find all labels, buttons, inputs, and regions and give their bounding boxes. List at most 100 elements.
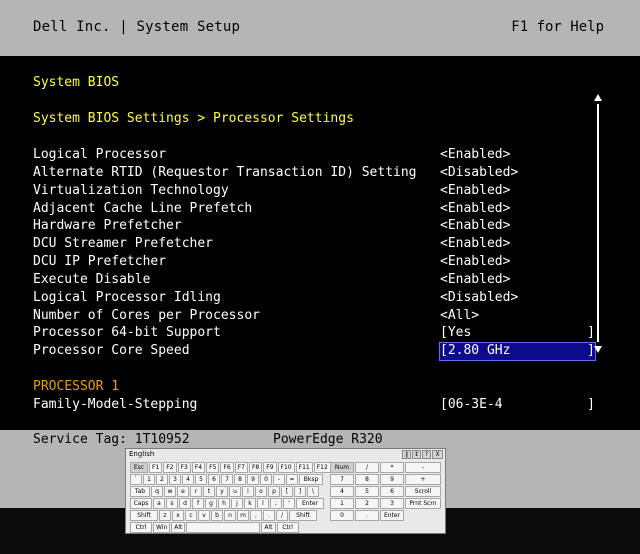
setting-row[interactable]: Number of Cores per Processor <All> xyxy=(33,308,598,326)
setting-value[interactable]: <Enabled> xyxy=(440,201,510,216)
key-f10[interactable]: F10 xyxy=(277,462,295,473)
setting-row[interactable]: Virtualization Technology <Enabled> xyxy=(33,183,598,201)
key-7[interactable]: 7 xyxy=(221,474,233,485)
key-np-2[interactable]: 2 xyxy=(355,498,379,509)
key-semicolon[interactable]: ; xyxy=(270,498,282,509)
key-m[interactable]: m xyxy=(237,510,249,521)
key-np-1[interactable]: 1 xyxy=(330,498,354,509)
key-t[interactable]: t xyxy=(203,486,215,497)
key-np-minus[interactable]: - xyxy=(405,462,441,473)
setting-row[interactable]: Adjacent Cache Line Prefetch <Enabled> xyxy=(33,201,598,219)
key-np-multiply[interactable]: * xyxy=(380,462,404,473)
key-u[interactable]: u xyxy=(229,486,241,497)
readonly-field[interactable]: [Yes ] xyxy=(440,325,595,342)
scroll-down-arrow-icon[interactable] xyxy=(594,346,602,353)
key-g[interactable]: g xyxy=(205,498,217,509)
key-f6[interactable]: F6 xyxy=(220,462,234,473)
key-f11[interactable]: F11 xyxy=(295,462,313,473)
key-y[interactable]: y xyxy=(216,486,228,497)
key-v[interactable]: v xyxy=(198,510,210,521)
key-z[interactable]: z xyxy=(159,510,171,521)
key-np-3[interactable]: 3 xyxy=(380,498,404,509)
key-3[interactable]: 3 xyxy=(169,474,181,485)
key-s[interactable]: s xyxy=(166,498,178,509)
key-b[interactable]: b xyxy=(211,510,223,521)
key-esc[interactable]: Esc xyxy=(130,462,148,473)
key-comma[interactable]: , xyxy=(250,510,262,521)
key-l[interactable]: l xyxy=(257,498,269,509)
key-e[interactable]: e xyxy=(177,486,189,497)
key-x[interactable]: x xyxy=(172,510,184,521)
key-n[interactable]: n xyxy=(224,510,236,521)
key-shift-left[interactable]: Shift xyxy=(130,510,158,521)
key-f8[interactable]: F8 xyxy=(248,462,263,473)
key-backspace[interactable]: Bksp xyxy=(299,474,323,485)
key-np-9[interactable]: 9 xyxy=(380,474,404,485)
setting-value[interactable]: <Enabled> xyxy=(440,236,510,251)
key-f7[interactable]: F7 xyxy=(234,462,248,473)
scroll-up-arrow-icon[interactable] xyxy=(594,94,602,101)
key-ctrl-left[interactable]: Ctrl xyxy=(130,522,152,533)
key-print-screen[interactable]: Prnt Scrn xyxy=(405,498,441,509)
key-q[interactable]: q xyxy=(151,486,163,497)
key-alt-right[interactable]: Alt xyxy=(261,522,276,533)
key-6[interactable]: 6 xyxy=(208,474,220,485)
key-p[interactable]: p xyxy=(268,486,280,497)
key-w[interactable]: w xyxy=(164,486,176,497)
key-h[interactable]: h xyxy=(218,498,230,509)
key-i[interactable]: i xyxy=(242,486,254,497)
field-row[interactable]: Processor 64-bit Support [Yes ] xyxy=(33,325,598,343)
key-quote[interactable]: ' xyxy=(283,498,295,509)
key-1[interactable]: 1 xyxy=(143,474,155,485)
key-win[interactable]: Win xyxy=(153,522,171,533)
key-np-decimal[interactable]: . xyxy=(355,510,379,521)
key-np-0[interactable]: 0 xyxy=(330,510,354,521)
help-hint[interactable]: F1 for Help xyxy=(511,19,604,35)
key-np-4[interactable]: 4 xyxy=(330,486,354,497)
key-np-divide[interactable]: / xyxy=(355,462,379,473)
key-backslash[interactable]: \ xyxy=(307,486,319,497)
field-row[interactable]: Family-Model-Stepping [06-3E-4 ] xyxy=(33,397,598,415)
key-0[interactable]: 0 xyxy=(260,474,272,485)
setting-value[interactable]: <Enabled> xyxy=(440,272,510,287)
key-2[interactable]: 2 xyxy=(156,474,168,485)
scrollbar-track[interactable] xyxy=(597,104,599,342)
setting-row[interactable]: Execute Disable <Enabled> xyxy=(33,272,598,290)
setting-value[interactable]: <Enabled> xyxy=(440,183,510,198)
key-9[interactable]: 9 xyxy=(247,474,259,485)
key-f3[interactable]: F3 xyxy=(177,462,191,473)
key-tab[interactable]: Tab xyxy=(130,486,150,497)
key-c[interactable]: c xyxy=(185,510,197,521)
key-4[interactable]: 4 xyxy=(182,474,194,485)
resize-icon[interactable]: ↕ xyxy=(412,450,421,459)
key-f[interactable]: f xyxy=(192,498,204,509)
setting-value[interactable]: <Enabled> xyxy=(440,147,510,162)
setting-row[interactable]: DCU Streamer Prefetcher <Enabled> xyxy=(33,236,598,254)
key-period[interactable]: . xyxy=(263,510,275,521)
key-np-plus[interactable]: + xyxy=(405,474,441,485)
selected-field[interactable]: [2.80 GHz ] xyxy=(439,342,596,361)
key-o[interactable]: o xyxy=(255,486,267,497)
close-icon[interactable]: X xyxy=(432,450,443,459)
key-np-6[interactable]: 6 xyxy=(380,486,404,497)
setting-row[interactable]: DCU IP Prefetcher <Enabled> xyxy=(33,254,598,272)
key-f4[interactable]: F4 xyxy=(191,462,206,473)
setting-value[interactable]: <Enabled> xyxy=(440,218,510,233)
key-np-7[interactable]: 7 xyxy=(330,474,354,485)
key-caps[interactable]: Caps xyxy=(130,498,152,509)
key-equals[interactable]: = xyxy=(286,474,298,485)
key-5[interactable]: 5 xyxy=(195,474,207,485)
key-np-5[interactable]: 5 xyxy=(355,486,379,497)
readonly-field[interactable]: [06-3E-4 ] xyxy=(440,397,595,414)
key-j[interactable]: j xyxy=(231,498,243,509)
setting-row[interactable]: Logical Processor <Enabled> xyxy=(33,147,598,165)
setting-value[interactable]: <All> xyxy=(440,308,479,323)
key-k[interactable]: k xyxy=(244,498,256,509)
key-left-bracket[interactable]: [ xyxy=(281,486,293,497)
key-a[interactable]: a xyxy=(153,498,165,509)
key-right-bracket[interactable]: ] xyxy=(294,486,306,497)
key-shift-right[interactable]: Shift xyxy=(289,510,317,521)
key-minus[interactable]: - xyxy=(273,474,285,485)
setting-value[interactable]: <Disabled> xyxy=(440,165,518,180)
setting-row[interactable]: Alternate RTID (Requestor Transaction ID… xyxy=(33,165,598,183)
